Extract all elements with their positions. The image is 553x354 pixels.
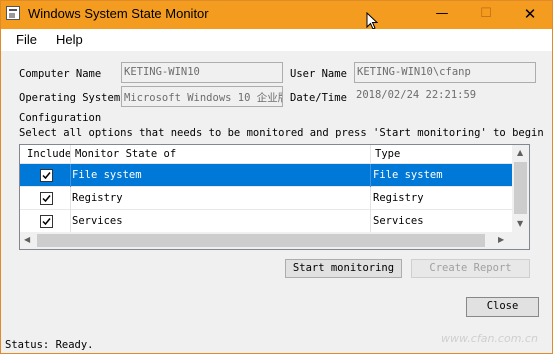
include-checkbox[interactable]	[40, 169, 53, 182]
close-window-button[interactable]: ✕	[508, 1, 552, 29]
checkmark-icon	[42, 172, 51, 180]
scroll-down-icon[interactable]: ▼	[517, 219, 523, 228]
operating-system-label: Operating System	[19, 92, 121, 104]
configuration-description: Select all options that needs to be moni…	[19, 127, 544, 139]
watermark: www.cfan.com.cn	[441, 332, 538, 345]
checkmark-icon	[42, 195, 51, 203]
configuration-title: Configuration	[19, 112, 102, 124]
menu-help[interactable]: Help	[56, 32, 83, 47]
table-row[interactable]: Services Services	[20, 210, 512, 233]
include-checkbox[interactable]	[40, 215, 53, 228]
computer-name-field[interactable]: KETING-WIN10	[121, 62, 283, 83]
vertical-scroll-thumb[interactable]	[514, 162, 527, 214]
minimize-button[interactable]: —	[420, 1, 464, 29]
horizontal-scrollbar[interactable]: ◀ ▶	[20, 232, 512, 249]
window-title: Windows System State Monitor	[28, 6, 209, 21]
row-type: Services	[373, 215, 424, 227]
close-button[interactable]: Close	[466, 297, 539, 317]
scrollbar-corner	[512, 232, 529, 249]
menu-file[interactable]: File	[16, 32, 37, 47]
table-row[interactable]: Registry Registry	[20, 187, 512, 210]
maximize-button[interactable]: ☐	[464, 1, 508, 29]
column-include[interactable]: Include	[27, 148, 71, 160]
column-type[interactable]: Type	[375, 148, 400, 160]
start-monitoring-button[interactable]: Start monitoring	[285, 259, 402, 278]
create-report-button[interactable]: Create Report	[411, 259, 530, 278]
app-icon	[6, 6, 20, 20]
horizontal-scroll-thumb[interactable]	[37, 234, 485, 247]
row-type: File system	[373, 169, 443, 181]
row-state: Services	[72, 215, 123, 227]
list-header: Include Monitor State of Type	[20, 145, 512, 164]
status-bar-text: Status: Ready.	[5, 339, 94, 351]
row-state: File system	[72, 169, 142, 181]
vertical-scrollbar[interactable]: ▲ ▼	[512, 145, 529, 232]
menu-bar: File Help	[1, 29, 552, 51]
date-time-field: 2018/02/24 22:21:59	[354, 86, 536, 107]
app-window: Windows System State Monitor — ☐ ✕ File …	[0, 0, 553, 354]
user-name-label: User Name	[290, 68, 347, 80]
scroll-right-icon[interactable]: ▶	[498, 235, 504, 244]
row-type: Registry	[373, 192, 424, 204]
row-state: Registry	[72, 192, 123, 204]
monitor-list[interactable]: Include Monitor State of Type File syste…	[19, 144, 530, 250]
mouse-cursor-icon	[366, 12, 378, 30]
column-state[interactable]: Monitor State of	[75, 148, 176, 160]
scroll-left-icon[interactable]: ◀	[24, 235, 30, 244]
checkmark-icon	[42, 218, 51, 226]
scroll-up-icon[interactable]: ▲	[517, 148, 523, 157]
user-name-field[interactable]: KETING-WIN10\cfanp	[354, 62, 536, 83]
include-checkbox[interactable]	[40, 192, 53, 205]
date-time-label: Date/Time	[290, 92, 347, 104]
computer-name-label: Computer Name	[19, 68, 102, 80]
operating-system-field[interactable]: Microsoft Windows 10 企业版	[121, 86, 283, 107]
title-bar[interactable]: Windows System State Monitor — ☐ ✕	[1, 1, 552, 30]
table-row[interactable]: File system File system	[20, 164, 512, 187]
